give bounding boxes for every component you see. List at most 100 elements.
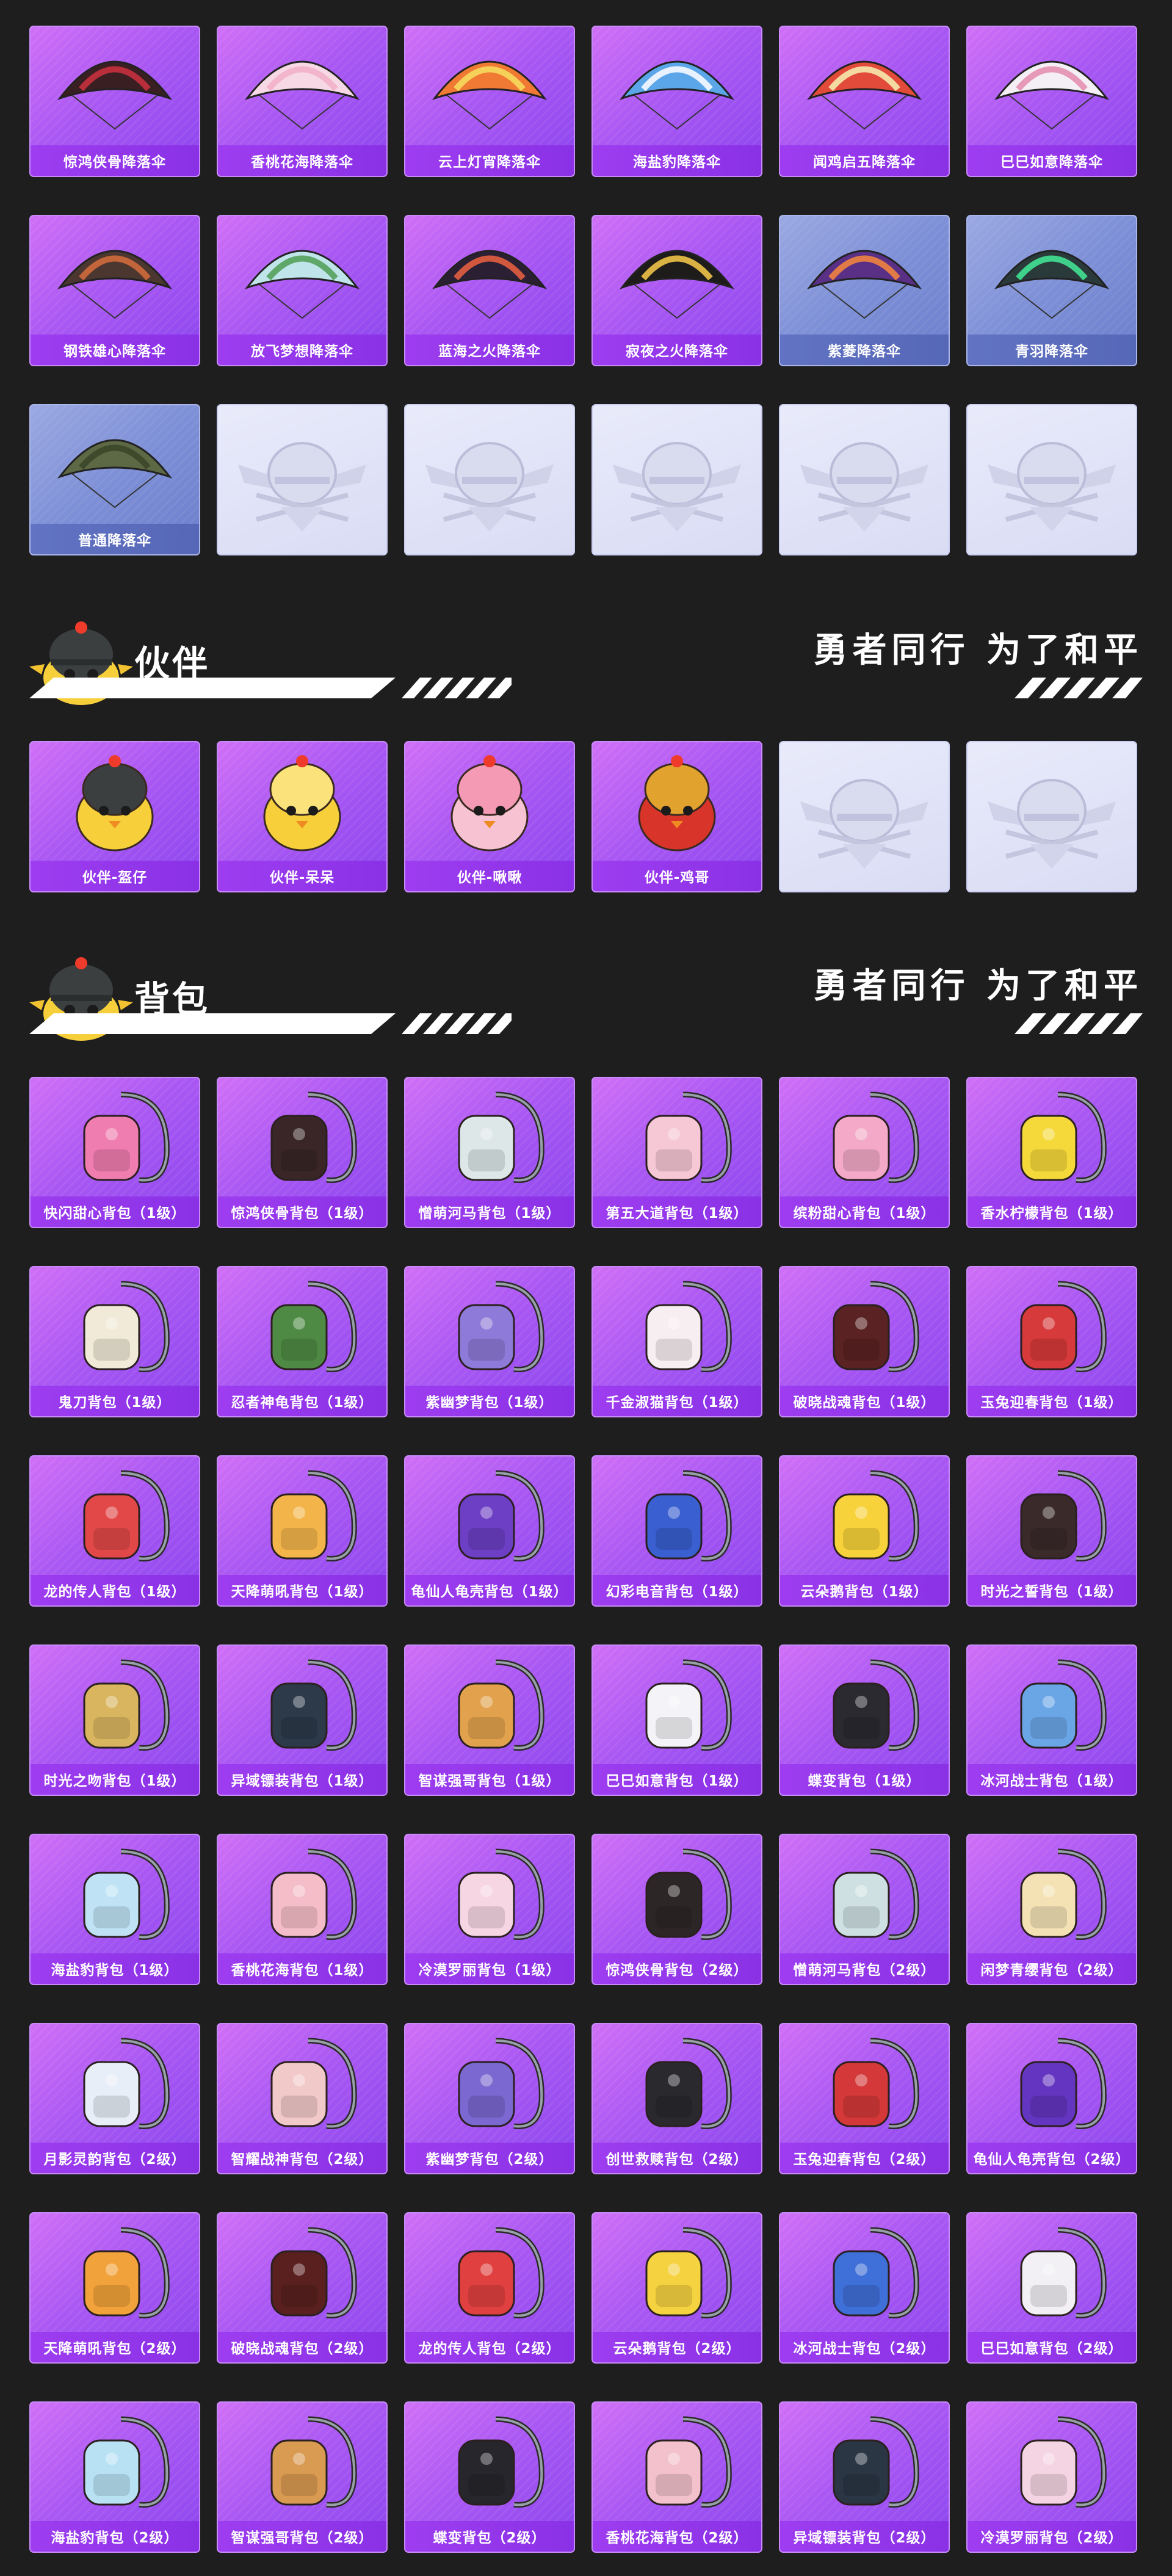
backpack-card[interactable]: 云朵鹅背包（2级） bbox=[591, 2212, 762, 2364]
backpack-card[interactable]: 破晓战魂背包（2级） bbox=[217, 2212, 388, 2364]
item-art bbox=[780, 2213, 949, 2332]
companion-card[interactable]: 伙伴-鸡哥 bbox=[591, 741, 762, 892]
companion-card[interactable]: 伙伴-盔仔 bbox=[29, 741, 200, 892]
backpack-card[interactable]: 玉兔迎春背包（1级） bbox=[966, 1266, 1137, 1417]
parachute-card[interactable]: 青羽降落伞 bbox=[966, 215, 1137, 366]
backpack-card[interactable]: 海盐豹背包（2级） bbox=[29, 2401, 200, 2553]
backpack-card[interactable]: 时光之誓背包（1级） bbox=[966, 1455, 1137, 1607]
backpack-icon bbox=[1020, 1470, 1107, 1561]
backpack-card[interactable]: 惊鸿侠骨背包（2级） bbox=[591, 1834, 762, 1985]
item-label: 破晓战魂背包（2级） bbox=[218, 2332, 386, 2362]
parachute-card[interactable]: 普通降落伞 bbox=[29, 404, 200, 555]
backpack-card[interactable]: 惊鸿侠骨背包（1级） bbox=[217, 1077, 388, 1228]
parachute-icon bbox=[432, 60, 548, 130]
empty-slot-card[interactable] bbox=[779, 741, 950, 892]
item-label: 天降萌吼背包（1级） bbox=[218, 1575, 386, 1605]
backpack-card[interactable]: 缤粉甜心背包（1级） bbox=[779, 1077, 950, 1228]
backpack-card[interactable]: 创世救赎背包（2级） bbox=[591, 2023, 762, 2174]
backpack-card[interactable]: 闲梦青缨背包（2级） bbox=[966, 1834, 1137, 1985]
backpack-card[interactable]: 异域镖装背包（2级） bbox=[779, 2401, 950, 2553]
backpack-card[interactable]: 憎萌河马背包（2级） bbox=[779, 1834, 950, 1985]
empty-slot-card[interactable] bbox=[779, 404, 950, 555]
parachute-card[interactable]: 巳巳如意降落伞 bbox=[966, 26, 1137, 177]
backpack-card[interactable]: 冷漠罗丽背包（1级） bbox=[404, 1834, 575, 1985]
empty-slot-card[interactable] bbox=[404, 404, 575, 555]
companion-section-header: 伙伴 勇者同行 为了和平 bbox=[0, 617, 1172, 739]
backpack-card[interactable]: 快闪甜心背包（1级） bbox=[29, 1077, 200, 1228]
parachute-card[interactable]: 香桃花海降落伞 bbox=[217, 26, 388, 177]
item-label: 巳巳如意背包（2级） bbox=[968, 2332, 1136, 2362]
backpack-card[interactable]: 龟仙人龟壳背包（2级） bbox=[966, 2023, 1137, 2174]
backpack-card[interactable]: 香桃花海背包（2级） bbox=[591, 2401, 762, 2553]
parachute-card[interactable]: 钢铁雄心降落伞 bbox=[29, 215, 200, 366]
backpack-card[interactable]: 蝶变背包（2级） bbox=[404, 2401, 575, 2553]
item-label: 冷漠罗丽背包（1级） bbox=[405, 1953, 574, 1984]
backpack-card[interactable]: 玉兔迎春背包（2级） bbox=[779, 2023, 950, 2174]
item-art bbox=[780, 1267, 949, 1386]
empty-slot-card[interactable] bbox=[966, 741, 1137, 892]
backpack-icon bbox=[83, 1848, 170, 1940]
item-art bbox=[593, 1646, 761, 1764]
backpack-card[interactable]: 冰河战士背包（2级） bbox=[779, 2212, 950, 2364]
parachute-card[interactable]: 寂夜之火降落伞 bbox=[591, 215, 762, 366]
backpack-card[interactable]: 香桃花海背包（1级） bbox=[217, 1834, 388, 1985]
backpack-card[interactable]: 龙的传人背包（1级） bbox=[29, 1455, 200, 1607]
backpack-icon bbox=[645, 1281, 732, 1372]
parachute-card[interactable]: 海盐豹降落伞 bbox=[591, 26, 762, 177]
item-art bbox=[780, 405, 949, 554]
backpack-card[interactable]: 鬼刀背包（1级） bbox=[29, 1266, 200, 1417]
backpack-card[interactable]: 冰河战士背包（1级） bbox=[966, 1644, 1137, 1796]
backpack-card[interactable]: 云朵鹅背包（1级） bbox=[779, 1455, 950, 1607]
backpack-card[interactable]: 千金淑猫背包（1级） bbox=[591, 1266, 762, 1417]
backpack-card[interactable]: 天降萌吼背包（1级） bbox=[217, 1455, 388, 1607]
parachute-card[interactable]: 放飞梦想降落伞 bbox=[217, 215, 388, 366]
backpack-icon bbox=[1020, 1848, 1107, 1940]
backpack-card[interactable]: 智耀战神背包（2级） bbox=[217, 2023, 388, 2174]
backpack-card[interactable]: 香水柠檬背包（1级） bbox=[966, 1077, 1137, 1228]
backpack-card[interactable]: 异域镖装背包（1级） bbox=[217, 1644, 388, 1796]
item-label: 破晓战魂背包（1级） bbox=[780, 1386, 949, 1416]
backpack-card[interactable]: 巳巳如意背包（1级） bbox=[591, 1644, 762, 1796]
backpack-card[interactable]: 巳巳如意背包（2级） bbox=[966, 2212, 1137, 2364]
backpack-icon bbox=[458, 1659, 544, 1751]
item-art bbox=[780, 27, 949, 145]
parachute-card[interactable]: 惊鸿侠骨降落伞 bbox=[29, 26, 200, 177]
backpack-card[interactable]: 月影灵韵背包（2级） bbox=[29, 2023, 200, 2174]
backpack-card[interactable]: 幻彩电音背包（1级） bbox=[591, 1455, 762, 1607]
empty-slot-card[interactable] bbox=[591, 404, 762, 555]
backpack-card[interactable]: 冷漠罗丽背包（2级） bbox=[966, 2401, 1137, 2553]
parachute-card[interactable]: 闻鸡启五降落伞 bbox=[779, 26, 950, 177]
backpack-card[interactable]: 时光之吻背包（1级） bbox=[29, 1644, 200, 1796]
item-art bbox=[218, 405, 386, 554]
parachute-card[interactable]: 蓝海之火降落伞 bbox=[404, 215, 575, 366]
backpack-card[interactable]: 紫幽梦背包（2级） bbox=[404, 2023, 575, 2174]
empty-slot-card[interactable] bbox=[966, 404, 1137, 555]
backpack-card[interactable]: 忍者神龟背包（1级） bbox=[217, 1266, 388, 1417]
item-label: 龙的传人背包（1级） bbox=[31, 1575, 199, 1605]
item-art bbox=[405, 2403, 574, 2521]
item-art bbox=[405, 405, 574, 554]
backpack-card[interactable]: 紫幽梦背包（1级） bbox=[404, 1266, 575, 1417]
backpack-card[interactable]: 智谋强哥背包（1级） bbox=[404, 1644, 575, 1796]
backpack-card[interactable]: 蝶变背包（1级） bbox=[779, 1644, 950, 1796]
empty-slot-card[interactable] bbox=[217, 404, 388, 555]
item-label: 天降萌吼背包（2级） bbox=[31, 2332, 199, 2362]
item-art bbox=[968, 216, 1136, 335]
parachute-card[interactable]: 云上灯宵降落伞 bbox=[404, 26, 575, 177]
item-art bbox=[405, 1078, 574, 1196]
backpack-card[interactable]: 破晓战魂背包（1级） bbox=[779, 1266, 950, 1417]
item-label: 闻鸡启五降落伞 bbox=[780, 145, 949, 176]
item-label: 紫幽梦背包（1级） bbox=[405, 1386, 574, 1416]
backpack-card[interactable]: 龟仙人龟壳背包（1级） bbox=[404, 1455, 575, 1607]
item-label: 幻彩电音背包（1级） bbox=[593, 1575, 761, 1605]
companion-card[interactable]: 伙伴-呆呆 bbox=[217, 741, 388, 892]
parachute-card[interactable]: 紫菱降落伞 bbox=[779, 215, 950, 366]
backpack-card[interactable]: 天降萌吼背包（2级） bbox=[29, 2212, 200, 2364]
item-label: 龟仙人龟壳背包（2级） bbox=[968, 2143, 1136, 2173]
backpack-card[interactable]: 海盐豹背包（1级） bbox=[29, 1834, 200, 1985]
backpack-card[interactable]: 智谋强哥背包（2级） bbox=[217, 2401, 388, 2553]
backpack-card[interactable]: 第五大道背包（1级） bbox=[591, 1077, 762, 1228]
backpack-card[interactable]: 龙的传人背包（2级） bbox=[404, 2212, 575, 2364]
backpack-card[interactable]: 憎萌河马背包（1级） bbox=[404, 1077, 575, 1228]
companion-card[interactable]: 伙伴-啾啾 bbox=[404, 741, 575, 892]
